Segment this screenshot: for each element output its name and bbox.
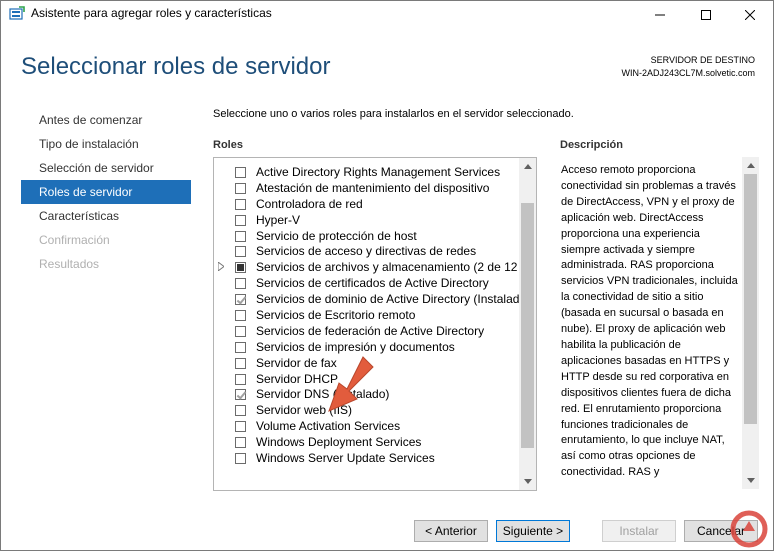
previous-button[interactable]: < Anterior [414,520,488,542]
roles-list-box: Active Directory Rights Management Servi… [213,157,537,491]
install-button: Instalar [602,520,676,542]
role-checkbox[interactable] [235,246,246,258]
role-item[interactable]: Servicios de impresión y documentos [214,340,518,356]
role-checkbox[interactable] [235,310,246,322]
role-label: Servicios de impresión y documentos [256,339,455,354]
red-arrow-icon [328,356,374,412]
role-item[interactable]: Servicios de dominio de Active Directory… [214,292,526,308]
close-button[interactable] [727,1,773,29]
role-label: Windows Server Update Services [256,451,435,466]
scroll-up-button[interactable] [742,157,759,174]
role-label: Servicios de acceso y directivas de rede… [256,244,477,259]
nav-item-seleccion-servidor[interactable]: Selección de servidor [21,156,191,180]
role-checkbox[interactable] [235,389,246,401]
title-bar[interactable]: Asistente para agregar roles y caracterí… [1,1,773,29]
role-checkbox[interactable] [235,198,246,210]
roles-scrollbar[interactable] [519,158,536,490]
role-label: Windows Deployment Services [256,435,422,450]
minimize-icon [655,14,665,16]
role-label: Controladora de red [256,196,363,211]
role-item[interactable]: Servicios de federación de Active Direct… [214,324,518,340]
role-label: Servicios de federación de Active Direct… [256,323,485,338]
solvetic-logo [730,510,768,548]
nav-item-antes-de-comenzar[interactable]: Antes de comenzar [21,108,191,132]
wizard-nav: Antes de comenzar Tipo de instalación Se… [21,108,191,276]
scroll-up-button[interactable] [519,158,536,175]
role-item[interactable]: Servicios de archivos y almacenamiento (… [214,260,530,276]
role-item[interactable]: Servicios de Escritorio remoto [214,308,518,324]
server-manager-icon [9,6,25,20]
next-button[interactable]: Siguiente > [496,520,570,542]
scroll-down-button[interactable] [742,472,759,489]
destination-server-value: WIN-2ADJ243CL7M.solvetic.com [621,68,755,78]
maximize-icon [701,10,711,20]
role-label: Volume Activation Services [256,419,401,434]
role-checkbox[interactable] [235,167,246,178]
role-item[interactable]: Volume Activation Services [214,419,518,435]
role-label: Active Directory Rights Management Servi… [256,165,501,179]
minimize-button[interactable] [637,1,683,29]
description-panel: Acceso remoto proporciona conectividad s… [559,157,759,489]
role-checkbox[interactable] [235,278,246,290]
role-checkbox[interactable] [235,230,246,242]
scroll-down-icon [523,479,532,484]
role-label: Hyper-V [256,212,301,227]
role-item[interactable]: Hyper-V [214,213,518,229]
role-checkbox[interactable] [235,325,246,337]
role-label: Atestación de mantenimiento del disposit… [256,180,490,195]
window-title: Asistente para agregar roles y caracterí… [31,6,272,20]
role-checkbox[interactable] [235,373,246,385]
role-item[interactable]: Active Directory Rights Management Servi… [214,165,518,181]
role-label: Servicio de protección de host [256,228,417,243]
role-checkbox[interactable] [235,453,246,465]
nav-item-roles-servidor[interactable]: Roles de servidor [21,180,191,204]
page-title: Seleccionar roles de servidor [21,53,331,80]
role-item[interactable]: Windows Server Update Services [214,451,518,467]
role-checkbox[interactable] [235,182,246,194]
role-checkbox[interactable] [235,294,246,306]
role-checkbox[interactable] [235,405,246,417]
role-item[interactable]: Servicios de certificados de Active Dire… [214,276,518,292]
nav-item-confirmacion: Confirmación [39,233,110,247]
role-checkbox[interactable] [235,357,246,369]
scroll-down-button[interactable] [519,473,536,490]
role-label: Servicios de certificados de Active Dire… [256,276,489,291]
role-checkbox[interactable] [235,437,246,449]
scroll-thumb[interactable] [744,174,757,424]
role-item[interactable]: Servicio de protección de host [214,229,518,245]
role-checkbox[interactable] [235,341,246,353]
expand-arrow-icon[interactable] [217,261,228,274]
intro-text: Seleccione uno o varios roles para insta… [213,108,574,120]
nav-item-caracteristicas[interactable]: Características [21,204,191,228]
nav-item-resultados: Resultados [39,257,100,271]
description-scrollbar[interactable] [742,157,759,489]
role-item[interactable]: Controladora de red [214,197,518,213]
roles-heading: Roles [213,139,243,151]
role-label: Servicios de dominio de Active Directory… [256,292,527,307]
role-checkbox[interactable] [235,214,246,226]
wizard-window: Asistente para agregar roles y caracterí… [0,0,774,551]
scroll-thumb[interactable] [521,203,534,448]
role-item[interactable]: Atestación de mantenimiento del disposit… [214,181,518,197]
scroll-up-icon [746,163,755,168]
close-icon [745,10,755,20]
destination-server-label: SERVIDOR DE DESTINO [650,55,755,65]
role-item[interactable]: Servicios de acceso y directivas de rede… [214,244,518,260]
role-label: Servicios de archivos y almacenamiento (… [256,260,531,275]
role-checkbox[interactable] [235,421,246,433]
role-item[interactable]: Windows Deployment Services [214,435,518,451]
role-label: Servicios de Escritorio remoto [256,308,416,323]
maximize-button[interactable] [683,1,729,29]
scroll-up-icon [523,164,532,169]
role-checkbox[interactable] [235,262,246,274]
description-heading: Descripción [560,139,623,151]
scroll-down-icon [746,478,755,483]
roles-list: Active Directory Rights Management Servi… [214,165,530,467]
nav-item-tipo-instalacion[interactable]: Tipo de instalación [21,132,191,156]
description-text: Acceso remoto proporciona conectividad s… [561,164,738,479]
